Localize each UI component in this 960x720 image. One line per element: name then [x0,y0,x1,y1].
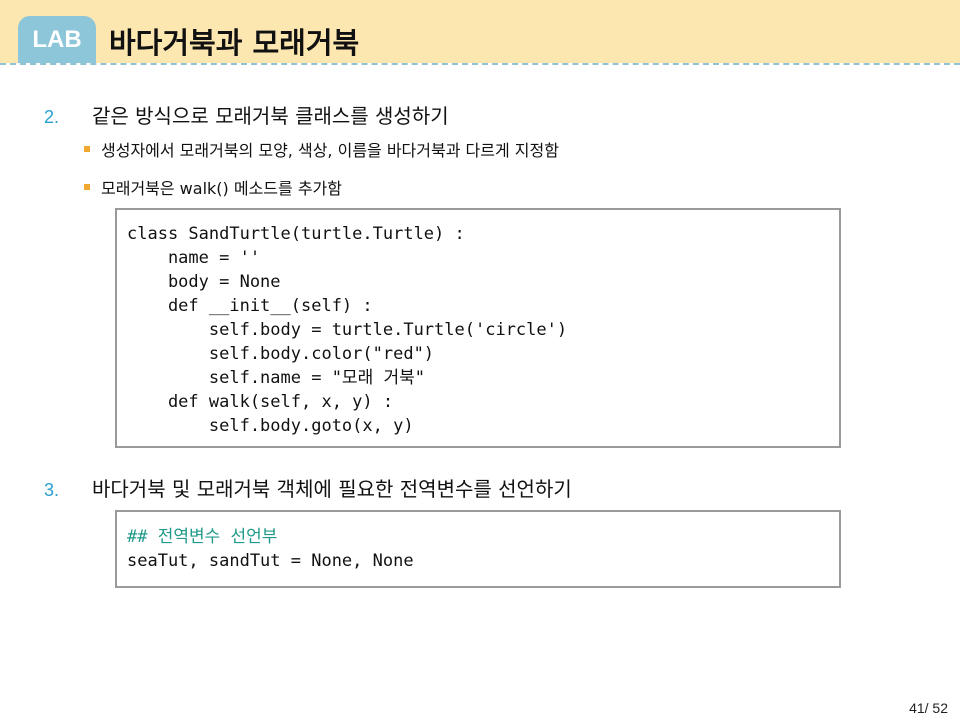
bullet-item: 생성자에서 모래거북의 모양, 색상, 이름을 바다거북과 다르게 지정함 [84,137,559,161]
bullet-square-icon [84,184,90,190]
code-line: seaTut, sandTut = None, None [127,551,414,571]
step-3-heading: 3. 바다거북 및 모래거북 객체에 필요한 전역변수를 선언하기 [44,473,572,502]
bullet-square-icon [84,146,90,152]
bullet-text: 생성자에서 모래거북의 모양, 색상, 이름을 바다거북과 다르게 지정함 [101,141,559,160]
code-block-sandturtle: class SandTurtle(turtle.Turtle) : name =… [115,208,841,448]
step-text: 같은 방식으로 모래거북 클래스를 생성하기 [92,104,449,128]
code-line: self.body.goto(x, y) [127,416,414,436]
header-divider [0,63,960,65]
step-number: 3. [44,480,60,500]
code-line: def __init__(self) : [127,296,373,316]
step-text: 바다거북 및 모래거북 객체에 필요한 전역변수를 선언하기 [92,477,572,501]
step-2-heading: 2. 같은 방식으로 모래거북 클래스를 생성하기 [44,100,449,129]
bullet-text: 모래거북은 walk() 메소드를 추가함 [101,179,342,198]
slide-title: 바다거북과 모래거북 [109,26,360,60]
page-number: 41/ 52 [909,700,948,716]
code-line: name = '' [127,248,261,268]
step-number: 2. [44,107,60,127]
code-line: self.body = turtle.Turtle('circle') [127,320,568,340]
code-line: class SandTurtle(turtle.Turtle) : [127,224,465,244]
code-block-globals: ## 전역변수 선언부 seaTut, sandTut = None, None [115,510,841,588]
code-line: body = None [127,272,281,292]
code-comment: ## 전역변수 선언부 [127,527,278,547]
bullet-item: 모래거북은 walk() 메소드를 추가함 [84,175,342,199]
code-line: self.name = "모래 거북" [127,368,425,388]
code-line: def walk(self, x, y) : [127,392,394,412]
code-line: self.body.color("red") [127,344,435,364]
lab-badge: LAB [18,16,96,63]
